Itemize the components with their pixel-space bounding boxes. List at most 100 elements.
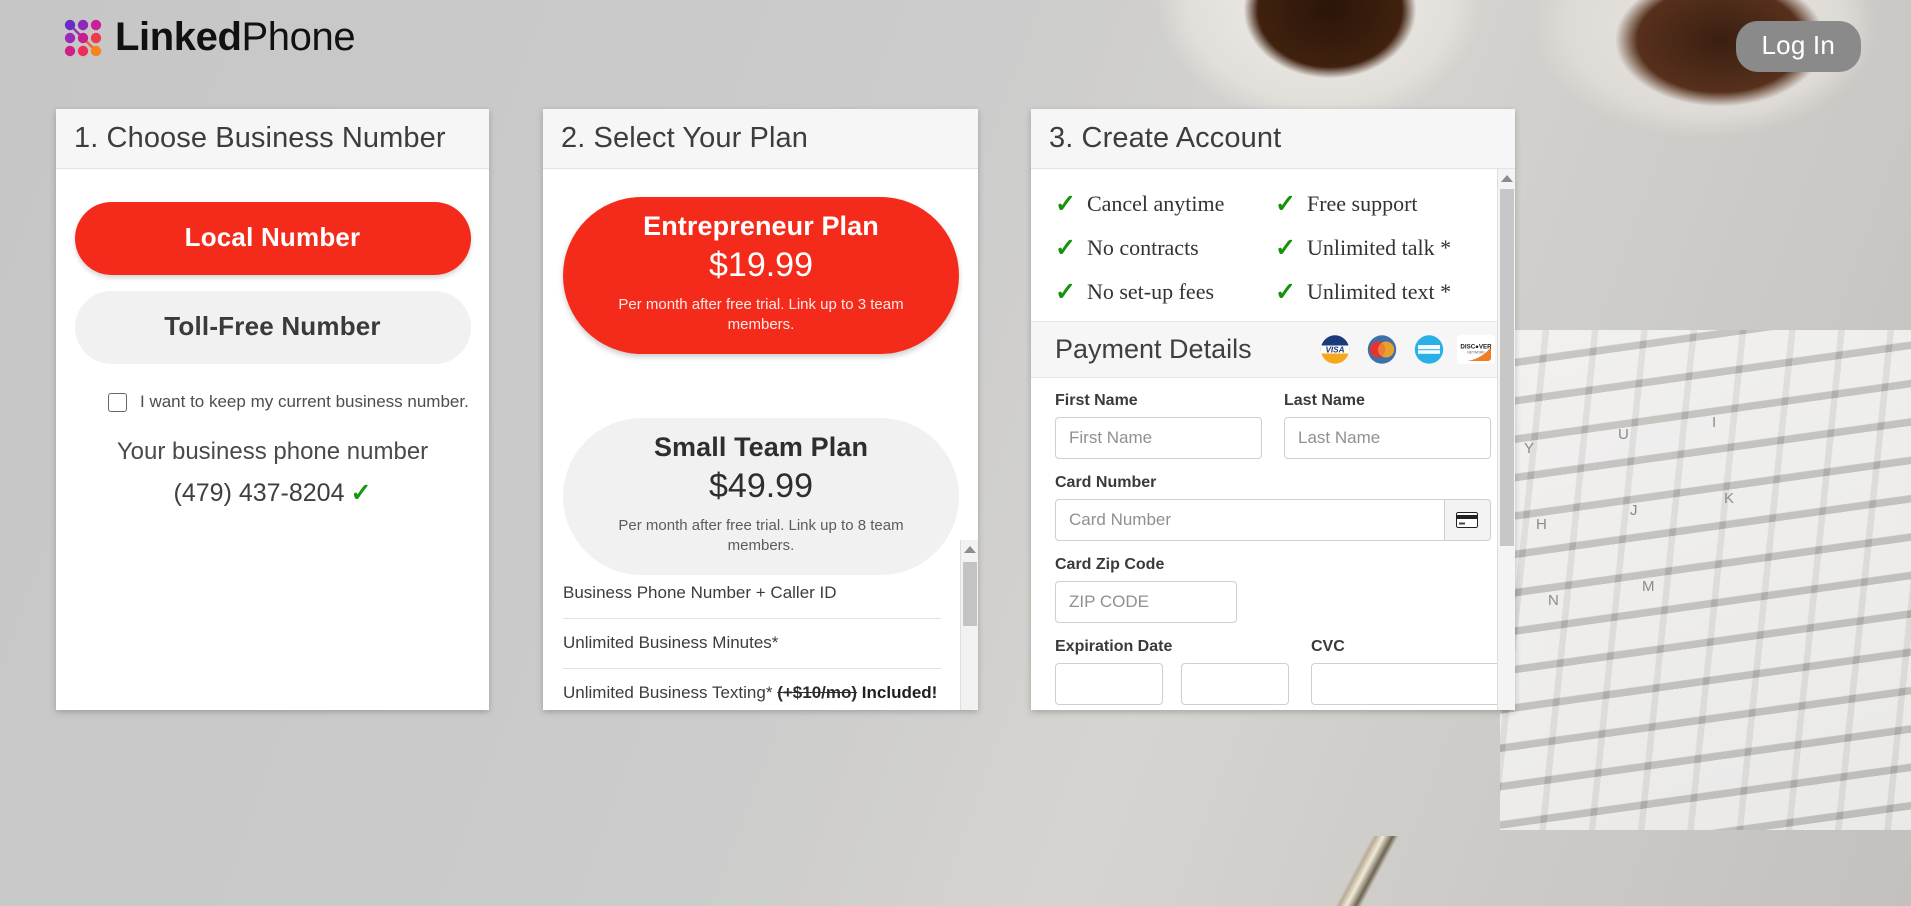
key-glyph: N (1548, 592, 1559, 609)
your-number-label: Your business phone number (116, 438, 429, 465)
payment-details-title: Payment Details (1055, 334, 1252, 364)
key-glyph: K (1724, 490, 1735, 507)
first-name-group: First Name (1055, 392, 1262, 459)
expiration-date-label: Expiration Date (1055, 638, 1173, 655)
plan-name: Small Team Plan (653, 432, 869, 462)
list-item: ✓ Unlimited text * (1275, 277, 1495, 307)
benefit-label: Unlimited talk * (1306, 235, 1452, 260)
scroll-up-arrow-icon[interactable] (1501, 175, 1513, 182)
local-number-button[interactable]: Local Number (74, 202, 471, 275)
plan-description: Per month after free trial. Link up to 8… (618, 517, 904, 555)
name-fields-row: First Name Last Name (1055, 392, 1491, 459)
plan-description: Per month after free trial. Link up to 3… (618, 296, 904, 334)
amex-card-icon (1410, 335, 1448, 364)
first-name-input[interactable] (1055, 417, 1262, 459)
mastercard-card-icon (1363, 335, 1401, 364)
green-check-icon: ✓ (1055, 278, 1076, 306)
plan-price: $49.99 (709, 467, 813, 505)
visa-card-icon: VISA (1316, 335, 1354, 364)
linkedphone-dots-logo-icon (64, 19, 102, 56)
step-3-body: ✓ Cancel anytime ✓ Free support ✓ No contra… (1031, 169, 1515, 710)
logo-text-bold: Linked (115, 15, 242, 59)
list-item: ✓ Unlimited talk * (1275, 233, 1495, 263)
benefit-label: Cancel anytime (1086, 191, 1225, 216)
step-2-header: 2. Select Your Plan (543, 109, 978, 169)
feature-text: Unlimited Business Minutes* (563, 633, 779, 652)
accepted-cards: VISA DISC●VER NETWORK (1316, 335, 1495, 364)
expiration-month-input[interactable] (1055, 663, 1163, 705)
benefit-label: Unlimited text * (1306, 279, 1452, 304)
step-3-title: 3. Create Account (1049, 122, 1282, 154)
key-glyph: U (1618, 426, 1629, 443)
card-zip-input[interactable] (1055, 581, 1237, 623)
step-1-title: 1. Choose Business Number (74, 122, 446, 154)
toll-free-number-button[interactable]: Toll-Free Number (74, 291, 471, 364)
feature-text: Business Phone Number + Caller ID (563, 583, 837, 602)
list-item: ✓ Cancel anytime (1055, 189, 1275, 219)
brand-logo-text: LinkedPhone (115, 15, 356, 60)
scroll-up-arrow-icon[interactable] (964, 546, 976, 553)
list-item: ✓ Free support (1275, 189, 1495, 219)
plan-features-scrollbar[interactable] (960, 540, 978, 710)
log-in-button[interactable]: Log In (1735, 21, 1861, 72)
list-item: Unlimited Business Minutes* (563, 619, 941, 669)
last-name-input[interactable] (1284, 417, 1491, 459)
discover-card-icon: DISC●VER NETWORK (1457, 335, 1495, 364)
step-1-body: Local Number Toll-Free Number I want to … (56, 202, 489, 710)
feature-strike-price: (+$10/mo) (777, 683, 858, 702)
plan-card-small-team[interactable]: Small Team Plan $49.99 Per month after f… (563, 418, 959, 575)
step-2-panel: 2. Select Your Plan Entrepreneur Plan $1… (543, 109, 978, 710)
step-3-panel: 3. Create Account ✓ Cancel anytime ✓ Free … (1031, 109, 1515, 710)
keep-current-number-row[interactable]: I want to keep my current business numbe… (108, 392, 471, 412)
background-pen (1290, 836, 1440, 906)
green-check-icon: ✓ (1275, 234, 1296, 262)
list-item: ✓ No set-up fees (1055, 277, 1275, 307)
cvc-input[interactable] (1311, 663, 1507, 705)
page-header: LinkedPhone Log In (0, 0, 1911, 100)
card-number-label: Card Number (1055, 474, 1157, 491)
keep-current-number-checkbox[interactable] (108, 392, 127, 412)
benefit-label: Free support (1306, 191, 1418, 216)
list-item: ✓ No contracts (1055, 233, 1275, 263)
last-name-group: Last Name (1284, 392, 1491, 459)
expiration-year-input[interactable] (1181, 663, 1289, 705)
step-2-body: Entrepreneur Plan $19.99 Per month after… (543, 169, 978, 710)
step-1-header: 1. Choose Business Number (56, 109, 489, 169)
card-number-group: Card Number (1055, 474, 1491, 541)
benefit-label: No set-up fees (1086, 279, 1215, 304)
svg-text:DISC●VER: DISC●VER (1460, 343, 1492, 350)
feature-text: Unlimited Business Texting* (563, 683, 773, 702)
cvc-group: CVC (1311, 638, 1507, 705)
expiration-inputs (1055, 663, 1289, 705)
card-number-wrapper (1055, 499, 1491, 541)
expiration-cvc-row: Expiration Date CVC (1055, 638, 1507, 705)
card-zip-wrapper (1055, 581, 1237, 623)
card-number-input[interactable] (1055, 499, 1445, 541)
plan-card-entrepreneur[interactable]: Entrepreneur Plan $19.99 Per month after… (563, 197, 959, 354)
background-keyboard-letters: Y H N U J M I K (1500, 330, 1911, 830)
key-glyph: J (1630, 502, 1638, 519)
cvc-label: CVC (1311, 638, 1345, 655)
your-number-row: (479) 437-8204 ✓ (74, 478, 471, 508)
green-check-icon: ✓ (350, 479, 372, 507)
brand-logo[interactable]: LinkedPhone (62, 15, 356, 60)
feature-included-badge: Included! (861, 683, 938, 702)
svg-text:NETWORK: NETWORK (1467, 350, 1485, 354)
credit-card-icon[interactable] (1444, 499, 1491, 541)
key-glyph: M (1642, 578, 1655, 595)
scrollbar-thumb[interactable] (1500, 189, 1514, 546)
step-3-header: 3. Create Account (1031, 109, 1515, 169)
payment-form: First Name Last Name Card Number (1031, 378, 1515, 705)
keep-current-number-label: I want to keep my current business numbe… (140, 392, 469, 411)
plan-features-list: Business Phone Number + Caller ID Unlimi… (563, 569, 941, 710)
payment-details-header: Payment Details VISA DISC●VER NETWORK (1031, 321, 1515, 378)
expiration-group: Expiration Date (1055, 638, 1289, 705)
step-2-title: 2. Select Your Plan (561, 122, 808, 154)
key-glyph: I (1712, 414, 1717, 431)
green-check-icon: ✓ (1055, 234, 1076, 262)
key-glyph: H (1536, 516, 1547, 533)
scrollbar-thumb[interactable] (963, 562, 977, 626)
create-account-scrollbar[interactable] (1497, 169, 1515, 710)
benefit-label: No contracts (1086, 235, 1199, 260)
list-item: Business Phone Number + Caller ID (563, 569, 941, 619)
